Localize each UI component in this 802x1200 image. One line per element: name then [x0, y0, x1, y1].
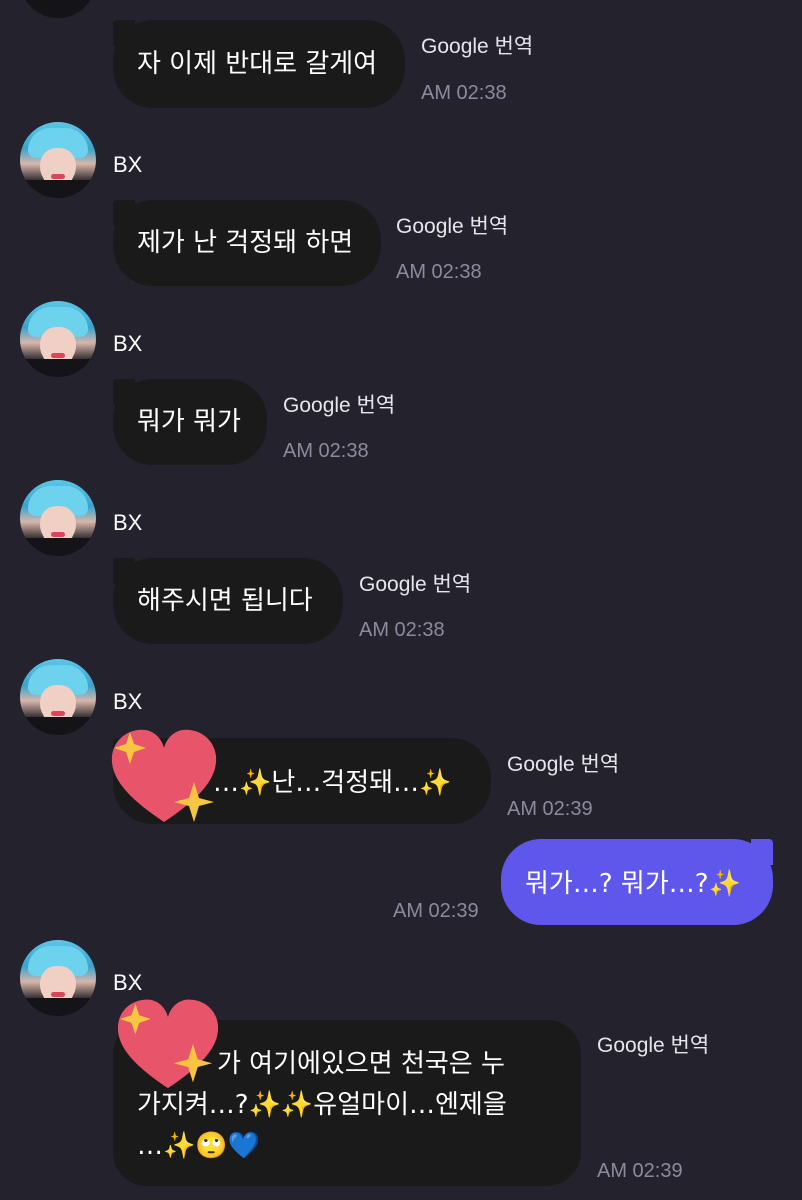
sender-name: BX [113, 510, 143, 535]
sender-name: BX [113, 970, 143, 995]
message-text: 제가 난 걱정돼 하면 [137, 228, 354, 258]
avatar[interactable] [20, 940, 96, 1016]
received-message-bubble[interactable]: 뭐가 뭐가 [113, 379, 267, 465]
avatar[interactable] [20, 659, 96, 735]
message-text: 해주시면 됩니다 [137, 586, 313, 616]
message-text: 자 이제 반대로 갈게여 [137, 49, 378, 79]
google-translate-link[interactable]: Google 번역 [507, 748, 619, 778]
sender-name: BX [113, 152, 143, 177]
message-timestamp: AM 02:38 [421, 82, 507, 104]
received-message-bubble[interactable]: 해주시면 됩니다 [113, 558, 343, 644]
google-translate-link[interactable]: Google 번역 [421, 30, 533, 60]
sender-name: BX [113, 689, 143, 714]
avatar[interactable] [20, 0, 96, 18]
avatar[interactable] [20, 301, 96, 377]
heart-sticker-icon [117, 999, 219, 1089]
message-timestamp: AM 02:38 [283, 440, 369, 462]
avatar[interactable] [20, 122, 96, 198]
message-text: 뭐가 뭐가 [137, 407, 241, 437]
message-timestamp: AM 02:39 [393, 900, 479, 922]
google-translate-link[interactable]: Google 번역 [597, 1029, 709, 1059]
heart-sticker-icon [111, 729, 217, 822]
avatar[interactable] [20, 480, 96, 556]
received-message-bubble[interactable]: 자 이제 반대로 갈게여 [113, 20, 405, 108]
message-timestamp: AM 02:39 [597, 1160, 683, 1182]
message-timestamp: AM 02:39 [507, 798, 593, 820]
google-translate-link[interactable]: Google 번역 [283, 389, 395, 419]
google-translate-link[interactable]: Google 번역 [359, 568, 471, 598]
sent-message-bubble[interactable]: 뭐가…? 뭐가…?✨ [501, 839, 773, 925]
google-translate-link[interactable]: Google 번역 [396, 210, 508, 240]
message-text: 뭐가…? 뭐가…?✨ [525, 869, 741, 899]
message-text: …✨난…걱정돼…✨ [213, 768, 452, 798]
message-timestamp: AM 02:38 [396, 261, 482, 283]
message-timestamp: AM 02:38 [359, 619, 445, 641]
sender-name: BX [113, 331, 143, 356]
received-message-bubble[interactable]: 제가 난 걱정돼 하면 [113, 200, 381, 286]
